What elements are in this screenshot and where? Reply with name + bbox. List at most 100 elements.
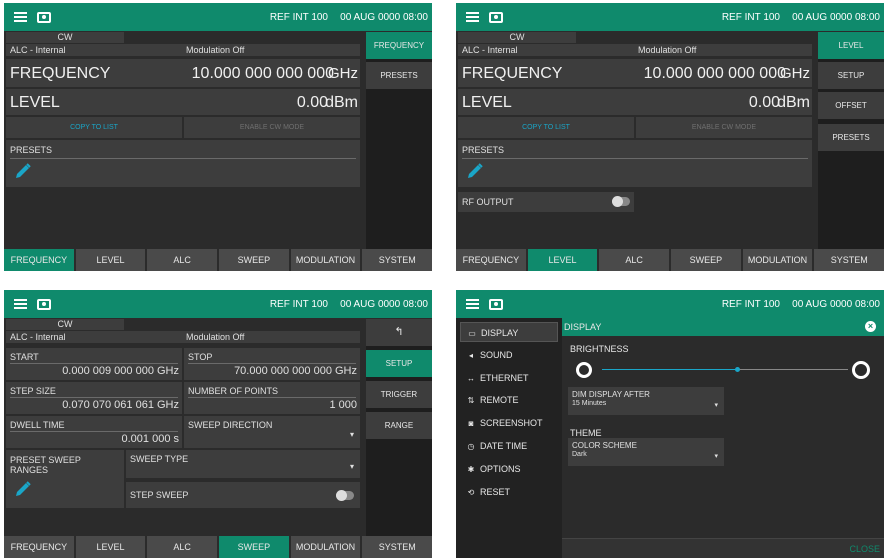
back-button[interactable]: ↰ [366, 319, 432, 346]
brightness-slider-thumb[interactable] [735, 367, 741, 372]
rf-output-row: RF OUTPUT [458, 192, 634, 212]
menu-item-remote[interactable]: ⇅ REMOTE [460, 390, 558, 410]
edit-icon[interactable] [466, 162, 484, 180]
sweep-direction-field[interactable]: SWEEP DIRECTION ▾ [184, 416, 360, 448]
copy-to-list-button[interactable]: COPY TO LIST [6, 117, 182, 138]
number-of-points-field[interactable]: NUMBER OF POINTS 1 000 [184, 382, 360, 414]
side-button-range[interactable]: RANGE [366, 412, 432, 439]
tab-alc[interactable]: ALC [147, 249, 218, 271]
menu-item-sound[interactable]: ◂ SOUND [460, 345, 558, 365]
tab-modulation[interactable]: MODULATION [290, 536, 361, 558]
brightness-high-icon [852, 361, 870, 379]
tab-level[interactable]: LEVEL [75, 249, 146, 271]
menu-label: DISPLAY [481, 328, 519, 338]
reference-status: REF INT 100 [721, 298, 780, 310]
start-field[interactable]: START 0.000 009 000 000 GHz [6, 348, 182, 380]
menu-label: SCREENSHOT [480, 418, 543, 428]
side-button-level[interactable]: LEVEL [818, 32, 884, 59]
tab-level[interactable]: LEVEL [75, 536, 146, 558]
tab-frequency[interactable]: FREQUENCY [4, 249, 74, 271]
tab-level[interactable]: LEVEL [527, 249, 598, 271]
menu-icon[interactable] [466, 299, 479, 309]
side-button-trigger[interactable]: TRIGGER [366, 381, 432, 408]
presets-label: PRESETS [462, 145, 808, 159]
close-icon[interactable]: × [865, 321, 876, 332]
step-size-field[interactable]: STEP SIZE 0.070 070 061 061 GHz [6, 382, 182, 414]
tab-sweep[interactable]: SWEEP [219, 536, 289, 558]
tab-system[interactable]: SYSTEM [362, 536, 432, 558]
side-button-presets[interactable]: PRESETS [366, 62, 432, 89]
pane-header: DISPLAY × [562, 318, 884, 336]
side-button-frequency[interactable]: FREQUENCY [366, 32, 432, 59]
level-field[interactable]: LEVEL 0.00 dBm [458, 89, 812, 115]
dwell-time-value: 0.001 000 s [121, 433, 180, 445]
frequency-value: 10.000 000 000 000 [643, 65, 786, 82]
tab-system[interactable]: SYSTEM [814, 249, 884, 271]
color-scheme-dropdown[interactable]: COLOR SCHEME Dark ▾ [568, 438, 724, 466]
menu-item-ethernet[interactable]: ↔ ETHERNET [460, 368, 558, 388]
side-button-setup[interactable]: SETUP [366, 350, 432, 377]
dim-display-dropdown[interactable]: DIM DISPLAY AFTER 15 Minutes ▾ [568, 387, 724, 415]
dropdown-icon: ▾ [349, 462, 354, 471]
menu-item-screenshot[interactable]: ◙ SCREENSHOT [460, 413, 558, 433]
rf-output-toggle[interactable] [612, 196, 630, 207]
menu-icon[interactable] [14, 299, 27, 309]
step-sweep-toggle[interactable] [336, 490, 354, 501]
edit-icon[interactable] [14, 162, 32, 180]
menu-item-options[interactable]: ✱ OPTIONS [460, 459, 558, 479]
side-button-setup[interactable]: SETUP [818, 62, 884, 89]
screenshot-icon: ◙ [468, 419, 474, 428]
enable-cw-mode-button[interactable]: ENABLE CW MODE [636, 117, 812, 138]
edit-icon[interactable] [14, 480, 32, 498]
dim-display-value: 15 Minutes [572, 400, 607, 407]
frequency-field[interactable]: FREQUENCY 10.000 000 000 000 GHz [6, 59, 360, 87]
close-button[interactable]: CLOSE [849, 544, 880, 554]
brightness-label: BRIGHTNESS [570, 344, 629, 354]
menu-item-display[interactable]: ▭ DISPLAY [460, 322, 558, 342]
camera-icon[interactable] [37, 298, 51, 310]
menu-icon[interactable] [14, 12, 27, 22]
mode-indicator: CW [6, 32, 124, 43]
brightness-slider-fill [602, 369, 738, 370]
frequency-field[interactable]: FREQUENCY 10.000 000 000 000 GHz [458, 59, 812, 87]
reset-icon: ⟲ [467, 488, 475, 497]
side-button-offset[interactable]: OFFSET [818, 92, 884, 119]
number-of-points-value: 1 000 [329, 399, 357, 411]
step-size-value: 0.070 070 061 061 GHz [62, 399, 179, 411]
menu-icon[interactable] [466, 12, 479, 22]
menu-item-reset[interactable]: ⟲ RESET [460, 482, 558, 502]
camera-icon[interactable] [489, 11, 503, 23]
tab-bar: FREQUENCY LEVEL ALC SWEEP MODULATION SYS… [456, 249, 884, 271]
pane-footer: CLOSE [562, 538, 884, 558]
status-bar: REF INT 100 00 AUG 0000 08:00 [456, 290, 884, 318]
tab-system[interactable]: SYSTEM [362, 249, 432, 271]
sweep-direction-label: SWEEP DIRECTION [188, 420, 273, 430]
tab-sweep[interactable]: SWEEP [219, 249, 289, 271]
display-settings-pane: DISPLAY × BRIGHTNESS DIM DISPLAY AFTER 1… [562, 318, 884, 558]
tab-alc[interactable]: ALC [147, 536, 218, 558]
side-button-presets[interactable]: PRESETS [818, 124, 884, 151]
tab-frequency[interactable]: FREQUENCY [456, 249, 526, 271]
menu-label: ETHERNET [480, 373, 529, 383]
tab-modulation[interactable]: MODULATION [290, 249, 361, 271]
level-field[interactable]: LEVEL 0.00 dBm [6, 89, 360, 115]
stop-field[interactable]: STOP 70.000 000 000 000 GHz [184, 348, 360, 380]
tab-alc[interactable]: ALC [599, 249, 670, 271]
rf-output-label: RF OUTPUT [462, 197, 514, 207]
enable-cw-mode-button[interactable]: ENABLE CW MODE [184, 117, 360, 138]
dwell-time-field[interactable]: DWELL TIME 0.001 000 s [6, 416, 182, 448]
step-size-label: STEP SIZE [10, 386, 178, 398]
camera-icon[interactable] [489, 298, 503, 310]
tab-modulation[interactable]: MODULATION [742, 249, 813, 271]
tab-frequency[interactable]: FREQUENCY [4, 536, 74, 558]
clock: 00 AUG 0000 08:00 [340, 11, 428, 23]
camera-icon[interactable] [37, 11, 51, 23]
tab-sweep[interactable]: SWEEP [671, 249, 741, 271]
copy-to-list-button[interactable]: COPY TO LIST [458, 117, 634, 138]
level-label: LEVEL [462, 94, 512, 111]
sweep-type-field[interactable]: SWEEP TYPE ▾ [126, 450, 360, 478]
tab-bar: FREQUENCY LEVEL ALC SWEEP MODULATION SYS… [4, 536, 432, 558]
brightness-slider-track[interactable] [602, 367, 848, 372]
menu-item-date-time[interactable]: ◷ DATE TIME [460, 436, 558, 456]
mode-indicator: CW [458, 32, 576, 43]
